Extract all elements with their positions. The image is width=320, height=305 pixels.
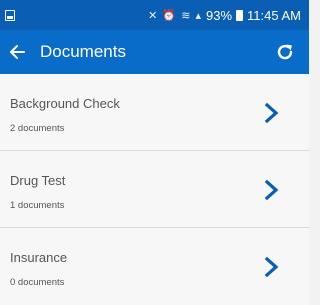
status-bar: ✕ ⏰ ≋ ▴ 93% 11:45 AM	[0, 0, 309, 30]
list-item-background-check[interactable]: Background Check 2 documents	[0, 74, 309, 151]
chevron-right-icon	[264, 256, 279, 278]
list-item-count: 1 documents	[10, 200, 65, 211]
chevron-right-icon	[264, 179, 279, 201]
notification-icon	[5, 9, 15, 21]
app-bar: Documents	[0, 30, 309, 74]
wifi-icon: ≋	[181, 9, 192, 22]
chevron-right-icon	[264, 102, 279, 124]
mute-icon: ✕	[148, 9, 159, 22]
battery-percent: 93%	[206, 7, 233, 23]
battery-icon	[236, 9, 244, 21]
arrow-left-icon	[10, 45, 25, 59]
signal-icon: ▴	[195, 9, 202, 22]
list-item-title: Drug Test	[10, 173, 66, 188]
refresh-button[interactable]	[267, 30, 303, 74]
back-button[interactable]	[2, 30, 32, 74]
document-list: Background Check 2 documents Drug Test 1…	[0, 74, 309, 305]
refresh-icon	[277, 44, 293, 60]
alarm-icon: ⏰	[162, 9, 178, 22]
list-item-count: 2 documents	[10, 123, 65, 134]
status-time: 11:45 AM	[247, 7, 301, 23]
list-item-title: Insurance	[10, 250, 68, 265]
list-item-count: 0 documents	[10, 277, 65, 288]
page-title: Documents	[40, 42, 126, 61]
status-icons: ✕ ⏰ ≋ ▴	[148, 9, 202, 22]
list-item-insurance[interactable]: Insurance 0 documents	[0, 228, 309, 305]
list-item-title: Background Check	[10, 96, 120, 111]
list-item-drug-test[interactable]: Drug Test 1 documents	[0, 151, 309, 228]
